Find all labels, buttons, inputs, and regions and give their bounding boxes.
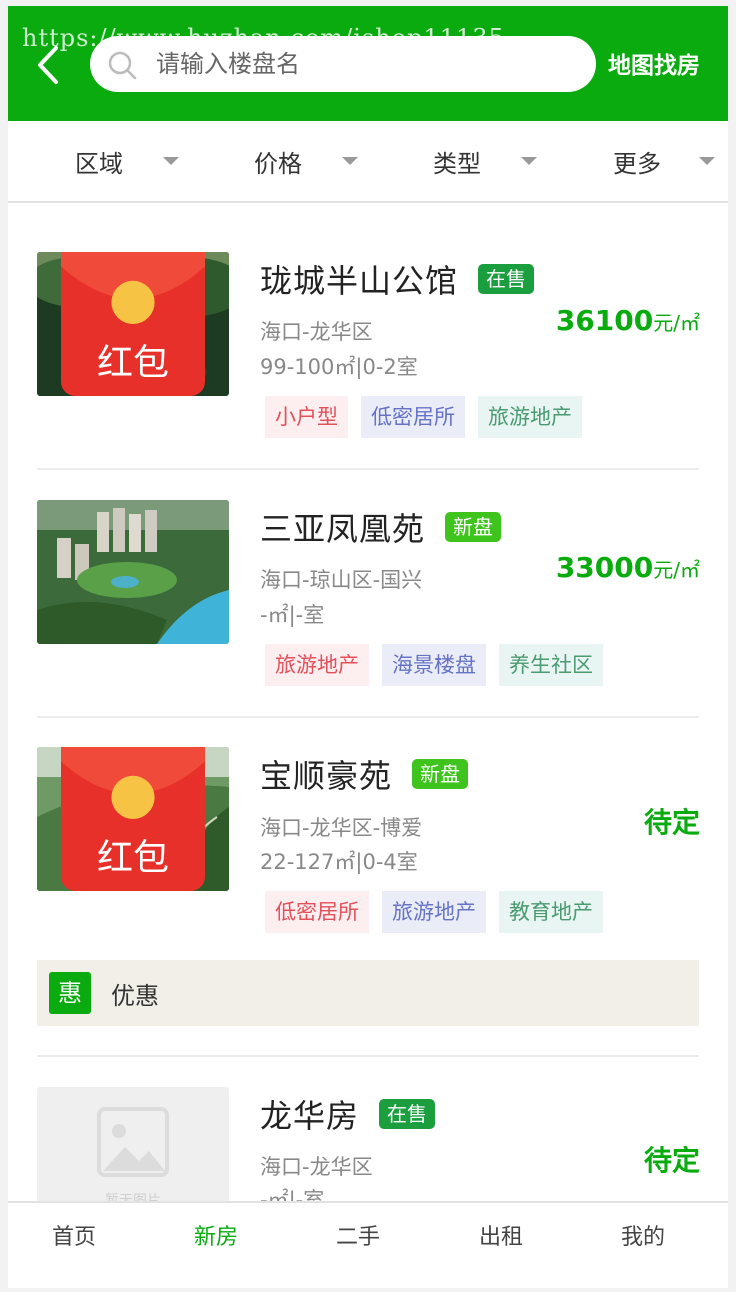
price-unit: 元/㎡: [653, 311, 700, 335]
price-value: 待定: [643, 806, 700, 839]
listing-image[interactable]: [37, 500, 229, 644]
search-icon: [108, 51, 137, 80]
filter-price-label: 价格: [254, 149, 302, 178]
listing-title-row: 珑城半山公馆 在售: [260, 256, 535, 302]
listing-title-row: 宝顺豪苑 新盘: [260, 751, 469, 797]
tag: 教育地产: [499, 891, 603, 933]
tag: 旅游地产: [265, 644, 369, 686]
status-badge: 新盘: [412, 759, 469, 789]
listing-location: 海口-龙华区: [260, 1155, 373, 1179]
filter-price[interactable]: 价格: [254, 121, 358, 201]
tag-list: 低密居所 旅游地产 教育地产: [265, 891, 616, 933]
red-envelope-icon: 红包: [61, 252, 205, 396]
tab-second-hand[interactable]: 二手: [336, 1219, 380, 1251]
tag: 旅游地产: [478, 396, 582, 438]
filter-area[interactable]: 区域: [75, 121, 179, 201]
listing-location: 海口-龙华区: [260, 320, 373, 344]
status-badge: 新盘: [445, 512, 502, 542]
caret-down-icon: [521, 157, 537, 165]
listing-size: 99-100㎡|0-2室: [260, 355, 418, 379]
tag-list: 旅游地产 海景楼盘 养生社区: [265, 644, 616, 686]
tag: 小户型: [265, 396, 348, 438]
promo-label: 优惠: [111, 982, 159, 1010]
status-badge: 在售: [478, 264, 535, 294]
tab-mine[interactable]: 我的: [621, 1219, 665, 1251]
listing-price: 36100元/㎡: [556, 304, 700, 337]
tab-new-homes[interactable]: 新房: [194, 1219, 238, 1251]
caret-down-icon: [342, 157, 358, 165]
tag: 海景楼盘: [382, 644, 486, 686]
filter-area-label: 区域: [75, 149, 123, 178]
listing-title[interactable]: 龙华房: [260, 1091, 359, 1137]
promo-banner[interactable]: 惠 优惠: [37, 960, 699, 1026]
tag: 养生社区: [499, 644, 603, 686]
caret-down-icon: [699, 157, 715, 165]
filter-type[interactable]: 类型: [433, 121, 537, 201]
listing-title[interactable]: 珑城半山公馆: [260, 256, 458, 302]
divider: [37, 1055, 699, 1057]
app-frame: 地图找房 https://www.huzhan.com/ishop11135 区…: [8, 6, 728, 1288]
listing-title-row: 龙华房 在售: [260, 1091, 436, 1137]
status-badge: 在售: [379, 1099, 436, 1129]
filter-bar: 区域 价格 类型 更多: [8, 121, 728, 203]
filter-more[interactable]: 更多: [613, 121, 715, 201]
listing-location: 海口-琼山区-国兴: [260, 568, 423, 592]
listing-image[interactable]: 红包: [37, 747, 229, 891]
listing-size: 22-127㎡|0-4室: [260, 850, 418, 874]
tab-rental[interactable]: 出租: [479, 1219, 523, 1251]
listing-price: 待定: [644, 1139, 700, 1179]
price-value: 待定: [643, 1144, 700, 1177]
complex-photo: [37, 500, 229, 644]
redbag-label: 红包: [97, 837, 169, 878]
listing-title[interactable]: 三亚凤凰苑: [260, 504, 425, 550]
tag: 低密居所: [361, 396, 465, 438]
price-unit: 元/㎡: [653, 558, 700, 582]
divider: [37, 716, 699, 718]
listing-title[interactable]: 宝顺豪苑: [260, 751, 392, 797]
tag: 旅游地产: [382, 891, 486, 933]
price-value: 36100: [555, 304, 654, 337]
discount-icon: 惠: [49, 972, 91, 1014]
filter-more-label: 更多: [613, 149, 661, 178]
listing-image[interactable]: 红包: [37, 252, 229, 396]
tab-home[interactable]: 首页: [52, 1219, 96, 1251]
caret-down-icon: [163, 157, 179, 165]
price-value: 33000: [555, 551, 654, 584]
map-search-button[interactable]: 地图找房: [608, 46, 700, 80]
tag: 低密居所: [265, 891, 369, 933]
bottom-tab-bar: 首页 新房 二手 出租 我的: [8, 1201, 728, 1288]
listing-location: 海口-龙华区-博爱: [260, 816, 423, 840]
header-bar: 地图找房 https://www.huzhan.com/ishop11135: [8, 6, 728, 121]
listing-price: 待定: [644, 801, 700, 841]
watermark-url: https://www.huzhan.com/ishop11135: [22, 24, 505, 52]
filter-type-label: 类型: [433, 149, 481, 178]
divider: [37, 468, 699, 470]
listing-title-row: 三亚凤凰苑 新盘: [260, 504, 502, 550]
tag-list: 小户型 低密居所 旅游地产: [265, 396, 595, 438]
redbag-label: 红包: [97, 342, 169, 383]
red-envelope-icon: 红包: [61, 747, 205, 891]
listing-price: 33000元/㎡: [556, 551, 700, 584]
listing-size: -㎡|-室: [260, 603, 325, 627]
